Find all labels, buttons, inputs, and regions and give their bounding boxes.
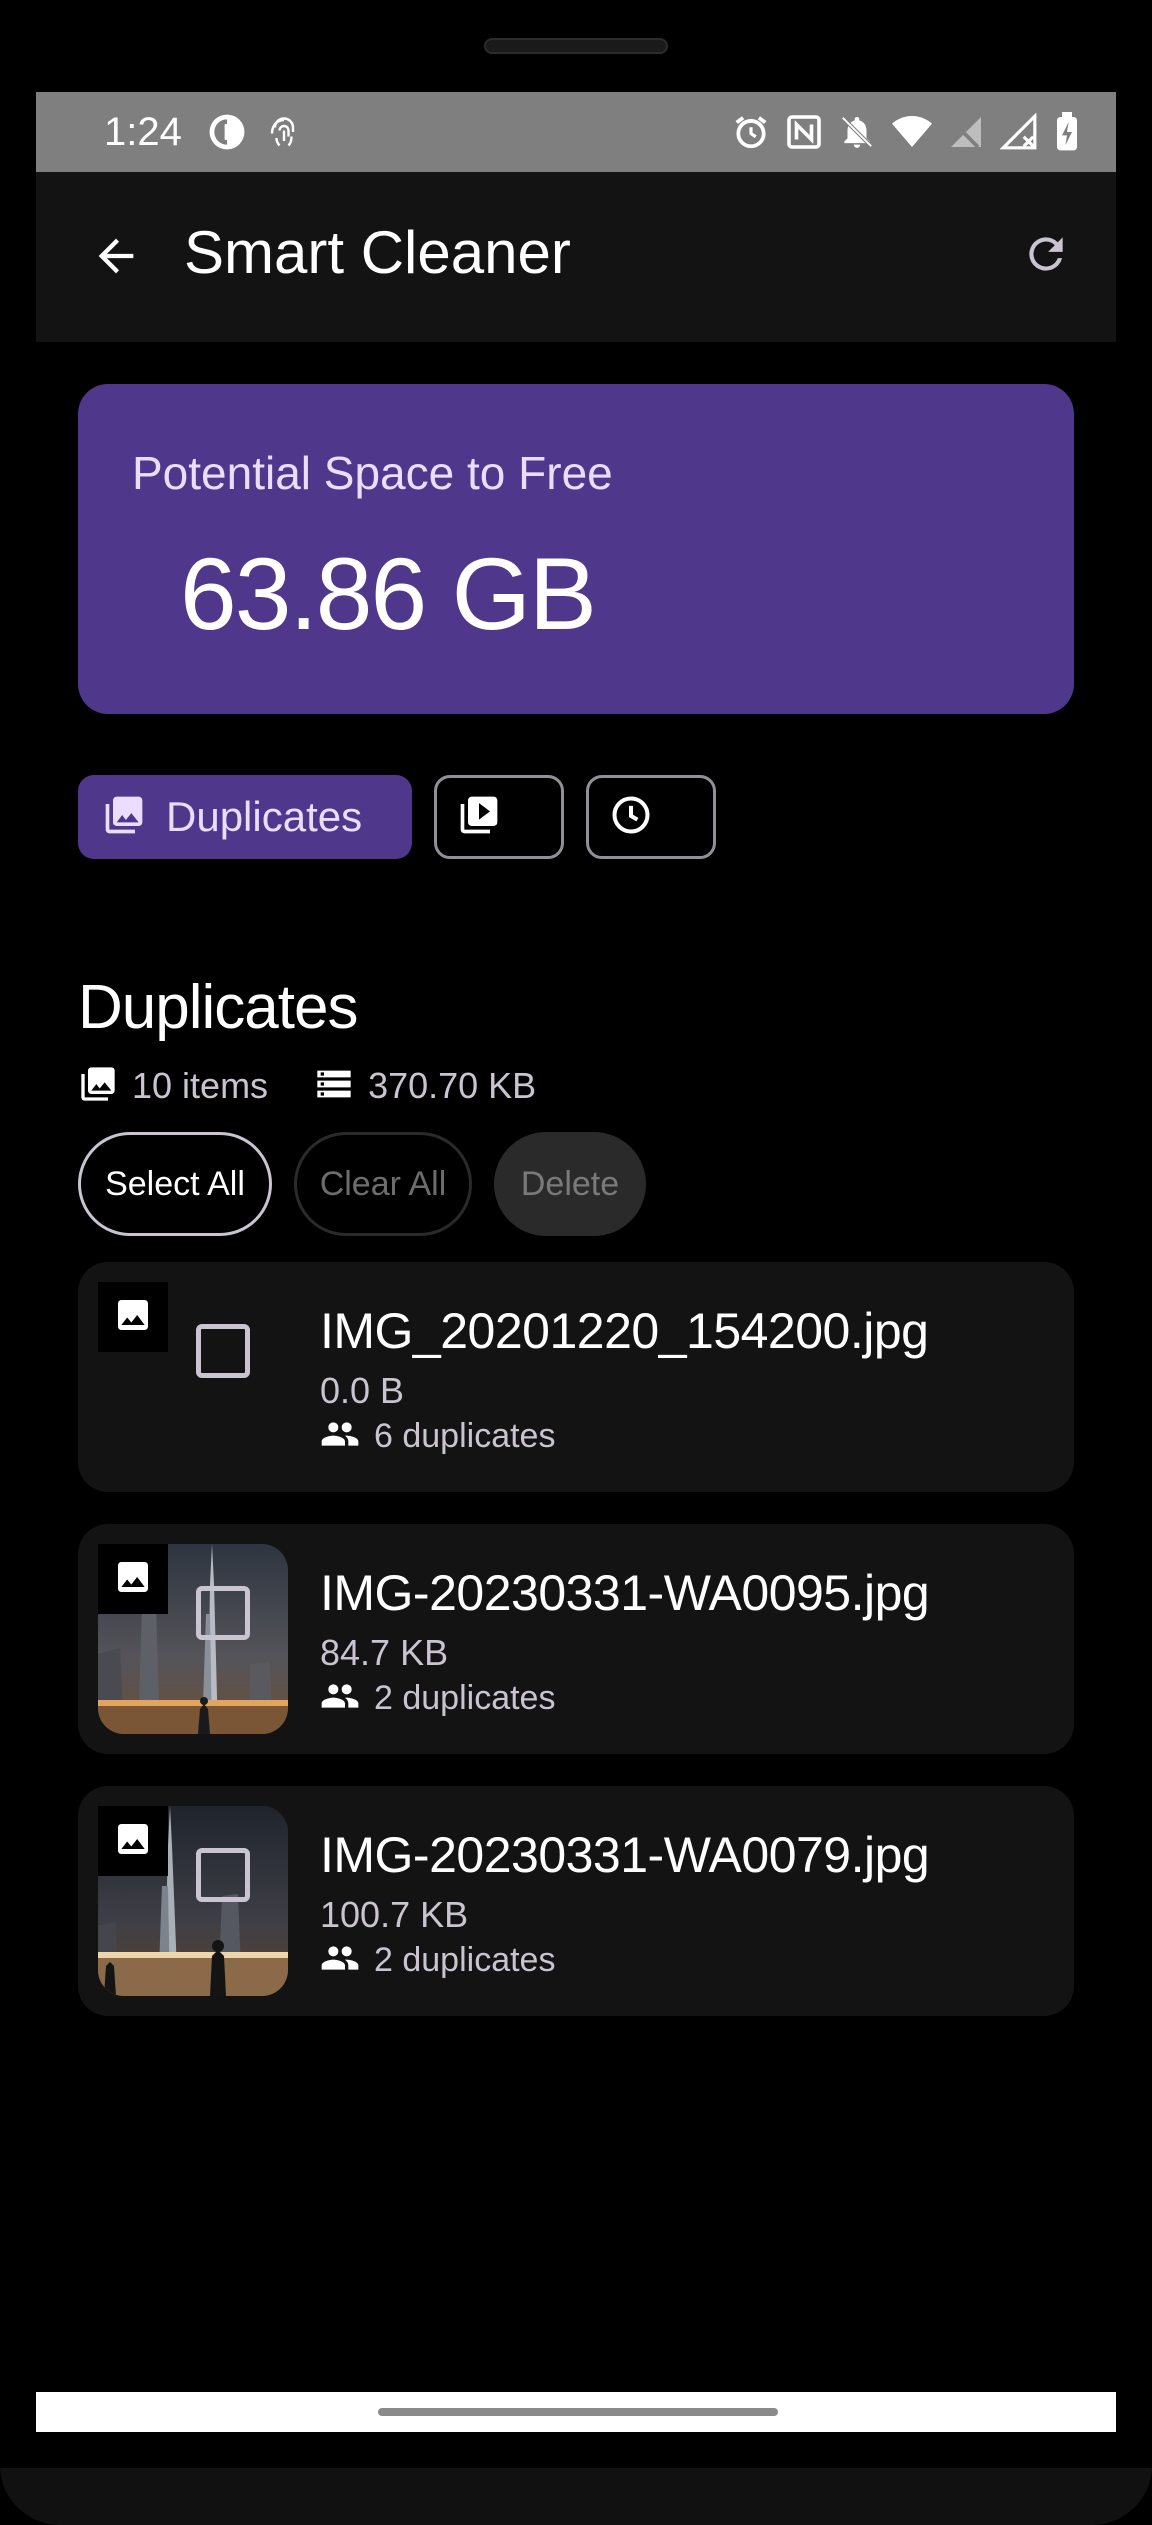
section-title: Duplicates	[78, 973, 358, 1042]
file-size: 100.7 KB	[320, 1894, 469, 1935]
people-icon	[320, 1414, 360, 1459]
storage-icon	[314, 1064, 354, 1109]
list-item[interactable]: IMG-20230331-WA0095.jpg 84.7 KB 2 duplic…	[78, 1524, 1074, 1754]
earpiece-speaker	[484, 38, 668, 54]
select-all-button[interactable]: Select All	[78, 1132, 272, 1236]
file-name: IMG-20230331-WA0095.jpg	[320, 1565, 930, 1621]
file-size: 84.7 KB	[320, 1632, 449, 1673]
filter-chip-recent[interactable]	[586, 775, 716, 859]
people-icon	[320, 1676, 360, 1721]
summary-card: Potential Space to Free 63.86 GB	[78, 384, 1074, 714]
file-name: IMG_20201220_154200.jpg	[320, 1303, 929, 1359]
bottom-bezel	[0, 2468, 1152, 2525]
thumbnail-badge	[98, 1544, 168, 1614]
arrow-back-icon	[90, 230, 142, 287]
nfc-icon	[786, 114, 822, 150]
chip-label: Duplicates	[166, 793, 363, 840]
video-library-icon	[457, 793, 501, 842]
summary-value: 63.86 GB	[180, 537, 597, 651]
delete-button[interactable]: Delete	[494, 1132, 646, 1236]
image-icon	[113, 1557, 153, 1602]
wifi-icon	[892, 114, 932, 150]
navigation-bar	[36, 2392, 1116, 2432]
data-saver-icon	[208, 113, 246, 151]
refresh-button[interactable]	[1010, 220, 1082, 292]
phone-frame: 1:24 Smart Cleaner Potential Space to Fr…	[0, 0, 1152, 2525]
notifications-off-icon	[838, 113, 876, 151]
file-name: IMG-20230331-WA0079.jpg	[320, 1827, 930, 1883]
summary-label: Potential Space to Free	[132, 447, 613, 499]
item-checkbox[interactable]	[196, 1848, 250, 1902]
app-bar: Smart Cleaner	[36, 172, 1116, 342]
status-bar: 1:24	[36, 92, 1116, 172]
section-meta: 10 items 370.70 KB	[78, 1060, 536, 1112]
item-checkbox[interactable]	[196, 1324, 250, 1378]
back-button[interactable]	[80, 222, 152, 294]
photo-library-icon	[102, 793, 146, 842]
list-item[interactable]: IMG-20230331-WA0079.jpg 100.7 KB 2 dupli…	[78, 1786, 1074, 2016]
screen: 1:24 Smart Cleaner Potential Space to Fr…	[36, 92, 1116, 2432]
filter-chip-videos[interactable]	[434, 775, 564, 859]
signal-off-icon	[1000, 113, 1038, 151]
clear-all-button[interactable]: Clear All	[294, 1132, 472, 1236]
photo-library-icon	[78, 1064, 118, 1109]
thumbnail-badge	[98, 1806, 168, 1876]
alarm-icon	[732, 113, 770, 151]
fingerprint-icon	[266, 114, 302, 150]
image-icon	[113, 1819, 153, 1864]
refresh-icon	[1021, 229, 1071, 284]
list-item[interactable]: IMG_20201220_154200.jpg 0.0 B 6 duplicat…	[78, 1262, 1074, 1492]
duplicate-count: 6 duplicates	[374, 1417, 556, 1455]
no-signal-icon	[948, 114, 984, 150]
total-size: 370.70 KB	[368, 1065, 537, 1106]
items-count: 10 items	[132, 1065, 269, 1106]
clock-icon	[609, 793, 653, 842]
duplicate-count: 2 duplicates	[374, 1941, 556, 1979]
thumbnail-placeholder	[98, 1282, 168, 1352]
app-title: Smart Cleaner	[184, 219, 571, 286]
file-size: 0.0 B	[320, 1370, 405, 1411]
duplicate-count: 2 duplicates	[374, 1679, 556, 1717]
image-icon	[113, 1295, 153, 1340]
people-icon	[320, 1938, 360, 1983]
battery-charging-icon	[1054, 112, 1080, 152]
filter-chip-duplicates[interactable]: Duplicates	[78, 775, 412, 859]
status-time: 1:24	[104, 109, 182, 154]
home-gesture-handle[interactable]	[378, 2408, 778, 2416]
item-checkbox[interactable]	[196, 1586, 250, 1640]
